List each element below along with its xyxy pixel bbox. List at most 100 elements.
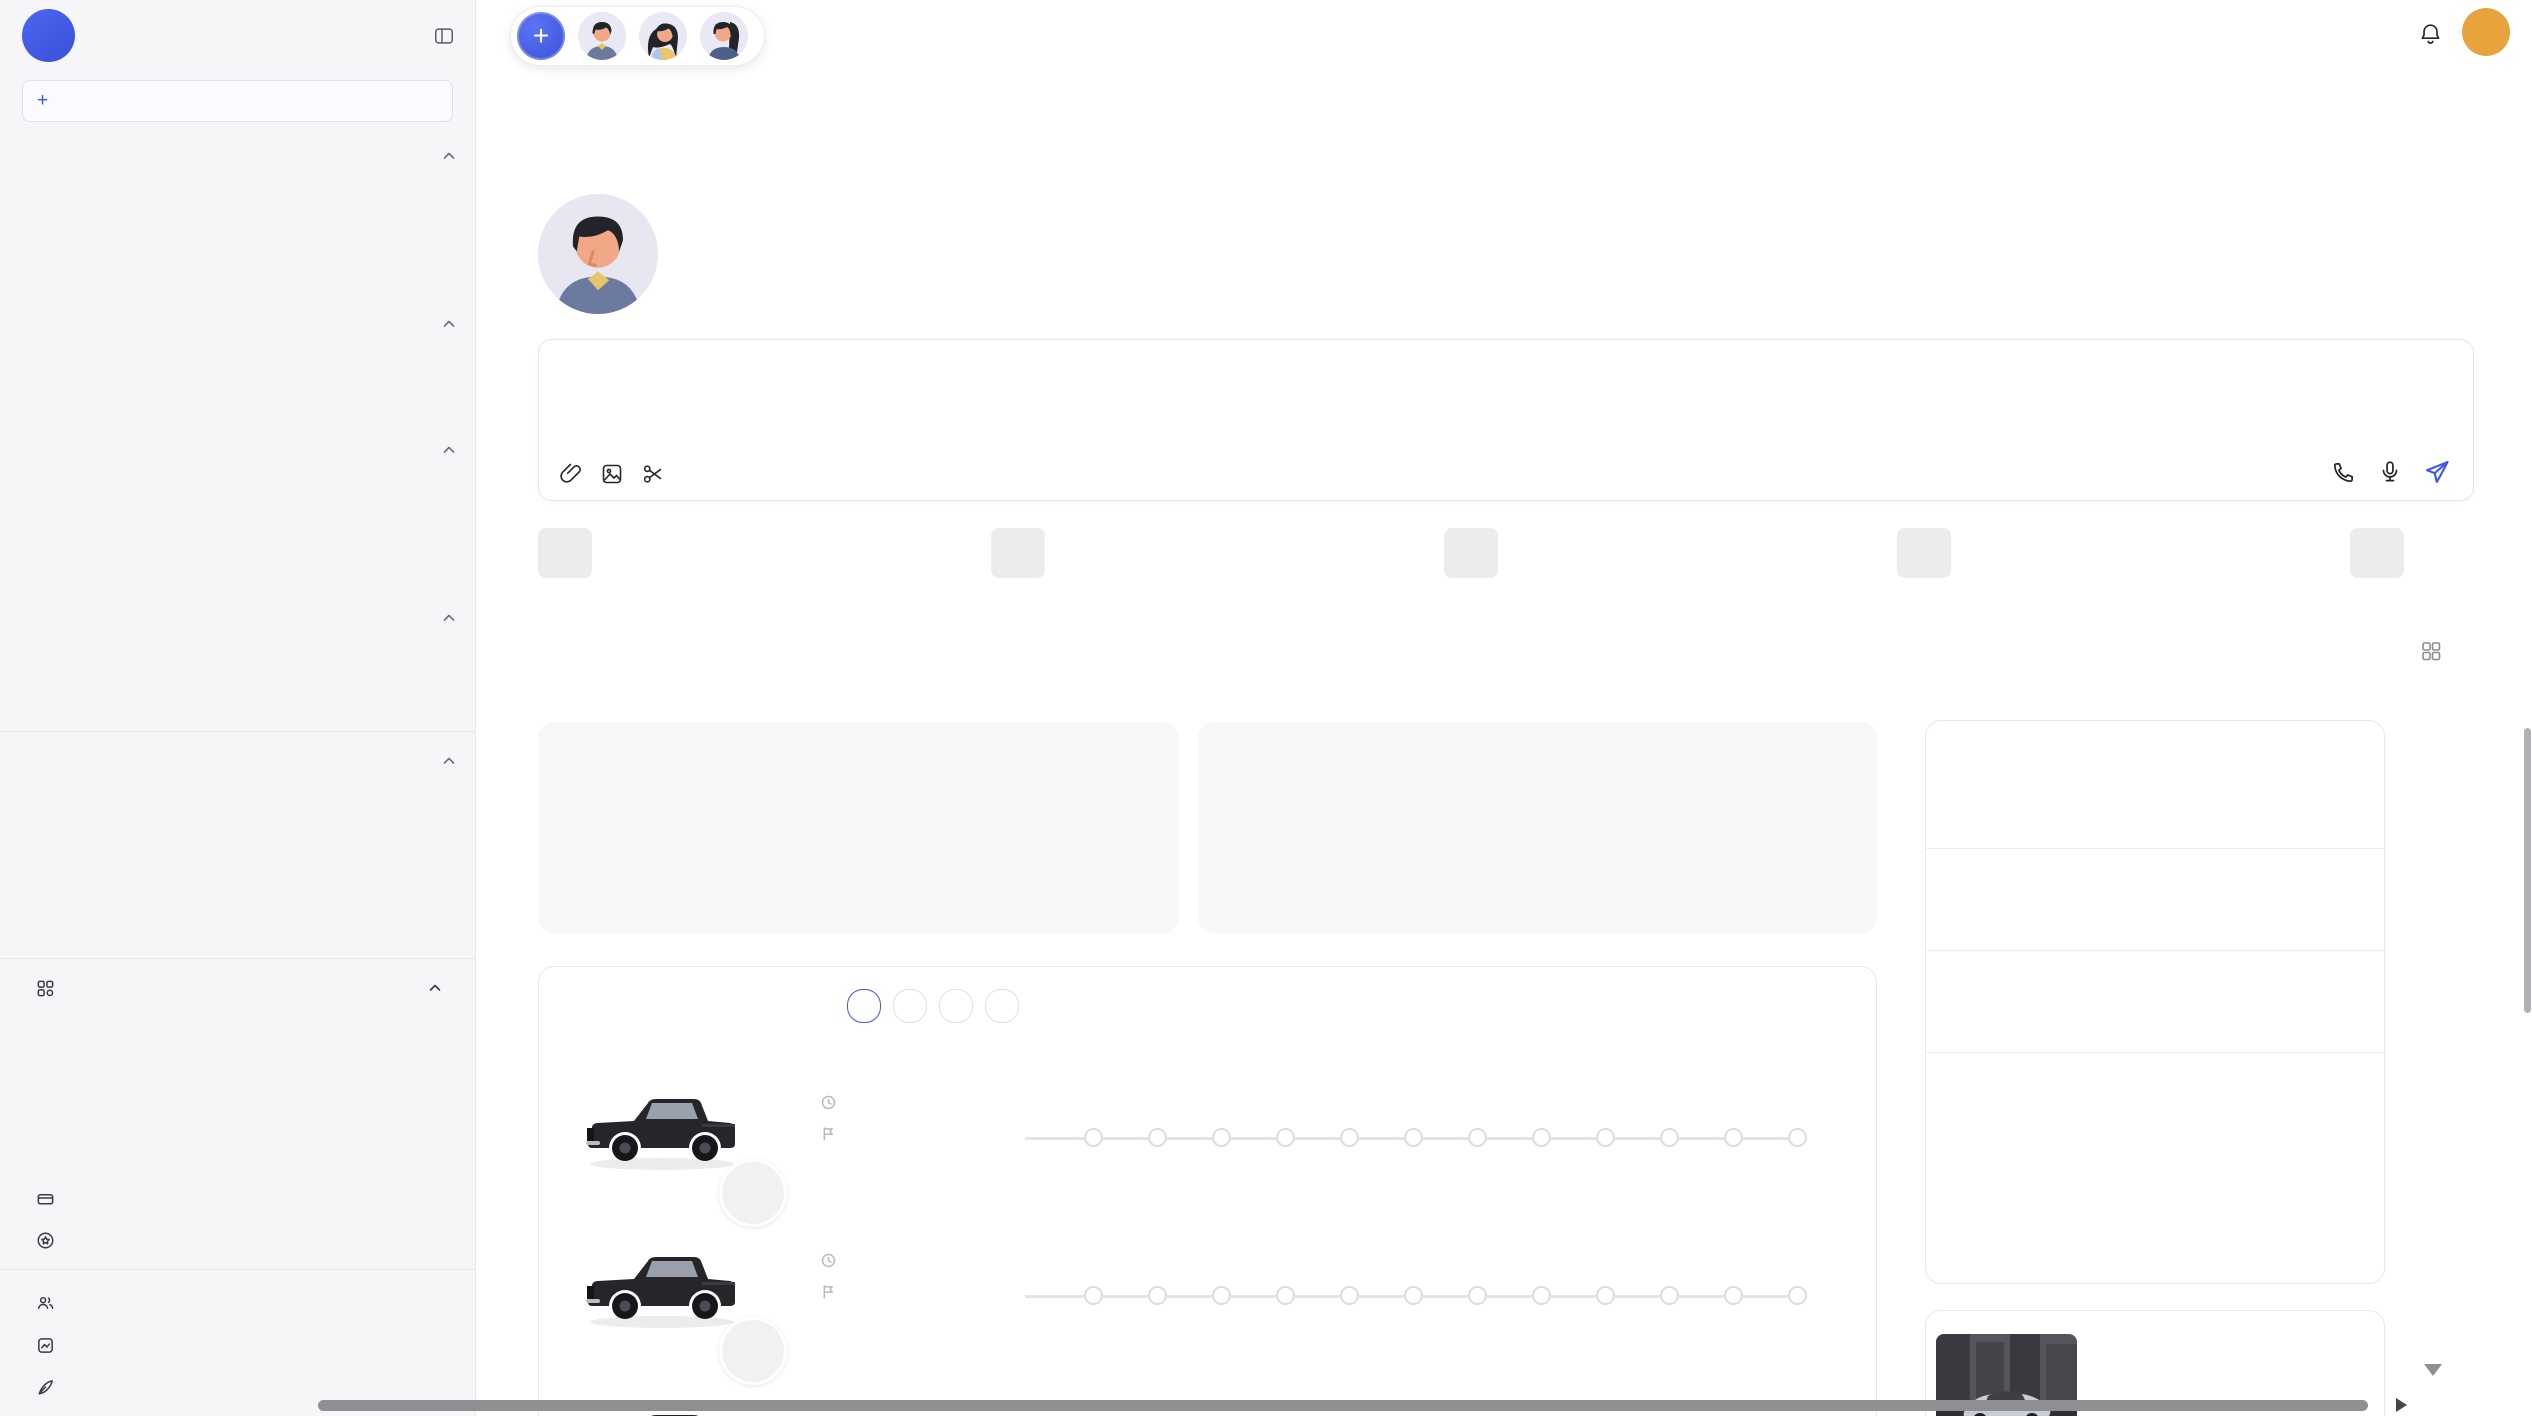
scroll-down-arrow[interactable] xyxy=(2424,1364,2442,1376)
section-my-todo[interactable] xyxy=(0,303,475,345)
tab-model-year[interactable] xyxy=(939,989,973,1023)
section-recent-chats[interactable] xyxy=(0,740,475,782)
recent-chats-view-all[interactable] xyxy=(0,908,475,950)
sidebar-item[interactable] xyxy=(0,261,475,303)
milestone-dot xyxy=(1468,1286,1487,1305)
agent-avatars-bar: + xyxy=(510,6,765,66)
notification-bell-icon[interactable] xyxy=(2418,21,2443,46)
milestone-dot xyxy=(1596,1128,1615,1147)
sidebar-item[interactable] xyxy=(0,345,475,387)
milestone-dot xyxy=(1468,1128,1487,1147)
milestone-dot xyxy=(1788,1286,1807,1305)
apps-grid-icon xyxy=(36,979,55,998)
project-row[interactable] xyxy=(539,1225,1876,1383)
scissors-icon[interactable] xyxy=(641,462,665,486)
sidebar-item[interactable] xyxy=(0,555,475,597)
milestone-dot xyxy=(1340,1128,1359,1147)
suggestion-chip[interactable] xyxy=(2350,528,2404,578)
sidebar-item[interactable] xyxy=(0,177,475,219)
agent-avatar-3[interactable] xyxy=(700,12,748,60)
milestone-dot xyxy=(1276,1128,1295,1147)
vertical-scrollbar[interactable] xyxy=(2524,728,2531,1013)
milestone-dot xyxy=(1212,1286,1231,1305)
stat-ai-pre-review xyxy=(1386,758,1516,776)
my-apps-header[interactable] xyxy=(0,967,475,1009)
schedule-item xyxy=(1926,747,2384,849)
chevron-up-icon xyxy=(443,446,455,454)
sidebar-item[interactable] xyxy=(0,471,475,513)
agent-avatar-2[interactable] xyxy=(639,12,687,60)
schedule-item xyxy=(1926,1053,2384,1155)
suggestion-chip[interactable] xyxy=(1897,528,1951,578)
milestone-dot xyxy=(1148,1128,1167,1147)
layout-grid-icon[interactable] xyxy=(2420,640,2442,662)
project-dates xyxy=(821,1095,846,1110)
agent-avatar-1[interactable] xyxy=(578,12,626,60)
sidebar-item[interactable] xyxy=(0,639,475,681)
app-item-change-mgmt[interactable] xyxy=(0,1093,475,1135)
project-row[interactable] xyxy=(539,1067,1876,1225)
recent-chat-item[interactable] xyxy=(0,782,475,824)
sidebar-item[interactable] xyxy=(0,513,475,555)
chat-input[interactable] xyxy=(561,358,2265,432)
my-favorites[interactable] xyxy=(0,1219,475,1261)
apps-view-all[interactable] xyxy=(0,1135,475,1177)
scroll-right-arrow[interactable] xyxy=(2396,1398,2407,1412)
section-my-review[interactable] xyxy=(0,597,475,639)
ai-super-staff[interactable] xyxy=(0,1282,475,1324)
attachment-icon[interactable] xyxy=(559,462,583,486)
stat-my-todo xyxy=(869,758,999,776)
microphone-icon[interactable] xyxy=(2377,459,2403,485)
tab-powertrain-dev[interactable] xyxy=(985,989,1019,1023)
collapse-sidebar-icon[interactable] xyxy=(433,25,455,47)
milestone-dot xyxy=(1276,1286,1295,1305)
sidebar-item[interactable] xyxy=(0,219,475,261)
sidebar: + xyxy=(0,0,476,1416)
milestone-dot xyxy=(1404,1286,1423,1305)
clock-icon xyxy=(821,1095,836,1110)
sidebar-item[interactable] xyxy=(0,387,475,429)
section-ai-review[interactable] xyxy=(0,429,475,471)
suggestion-chip[interactable] xyxy=(1444,528,1498,578)
recent-chat-item[interactable] xyxy=(0,866,475,908)
project-flag-milestone xyxy=(821,1126,846,1141)
milestone xyxy=(1765,1225,1829,1310)
tab-new-body[interactable] xyxy=(893,989,927,1023)
help-me-write[interactable] xyxy=(0,1324,475,1366)
chevron-up-icon xyxy=(443,320,455,328)
phone-call-icon[interactable] xyxy=(2331,459,2357,485)
my-cloud-space[interactable] xyxy=(0,1177,475,1219)
project-flag-milestone xyxy=(821,1284,846,1299)
milestone-timeline xyxy=(1061,1067,1829,1152)
milestone-dot xyxy=(1404,1128,1423,1147)
image-icon[interactable] xyxy=(600,462,624,486)
horizontal-scrollbar[interactable] xyxy=(318,1400,2368,1411)
recent-chat-item[interactable] xyxy=(0,824,475,866)
app-item-product-mgmt[interactable] xyxy=(0,1051,475,1093)
milestone-dot xyxy=(1788,1128,1807,1147)
sidebar-item[interactable] xyxy=(0,681,475,723)
project-dates xyxy=(821,1253,846,1268)
suggestion-chip[interactable] xyxy=(538,528,592,578)
chevron-up-icon xyxy=(443,614,455,622)
milestone-dot xyxy=(1084,1128,1103,1147)
add-agent-button[interactable]: + xyxy=(517,12,565,60)
app-item-project-mgmt[interactable] xyxy=(0,1009,475,1051)
tab-all-new-platform[interactable] xyxy=(847,989,881,1023)
project-owner-badge xyxy=(719,1317,787,1385)
project-info xyxy=(821,1079,846,1141)
app-logo xyxy=(22,9,75,62)
chevron-up-icon xyxy=(443,757,455,765)
section-agent-done[interactable] xyxy=(0,135,475,177)
project-owner-badge xyxy=(719,1159,787,1227)
send-icon[interactable] xyxy=(2423,458,2451,486)
new-chat-button[interactable]: + xyxy=(22,80,453,122)
milestone-dot xyxy=(1596,1286,1615,1305)
flag-icon xyxy=(821,1284,836,1299)
user-avatar[interactable] xyxy=(2462,8,2510,56)
suggestion-chip[interactable] xyxy=(991,528,1045,578)
sidebar-nav xyxy=(0,135,475,1408)
dashboard-tabs xyxy=(847,989,1019,1023)
task-progress-card xyxy=(538,722,1179,933)
main-area: + xyxy=(476,0,2532,1416)
